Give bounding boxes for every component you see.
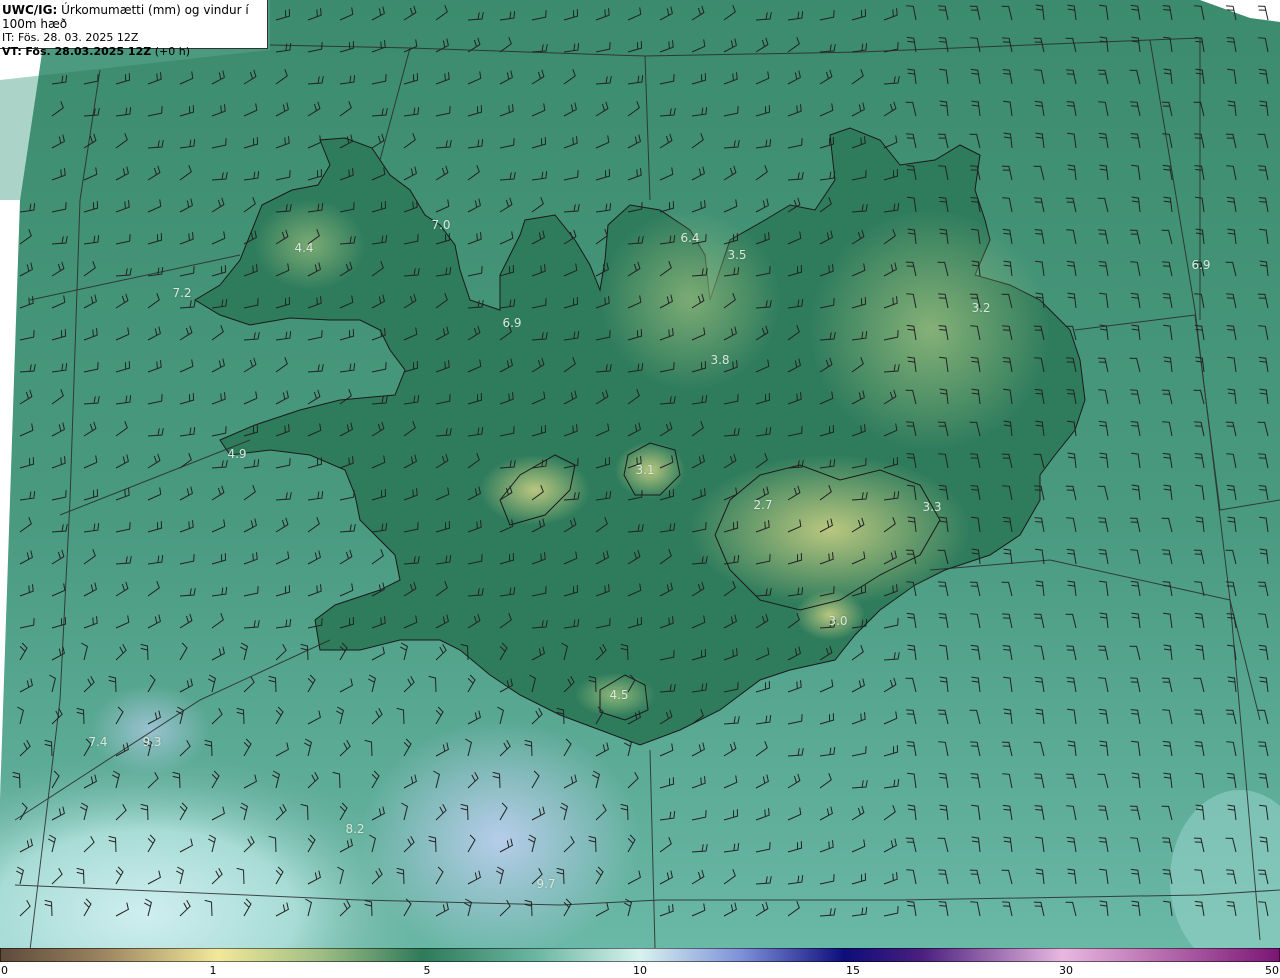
precip-value-label: 3.8 [710,353,730,367]
precip-value-label: 7.2 [172,286,192,300]
valid-time: Fös. 28.03.2025 12Z [25,45,152,58]
precip-value-label: 9.3 [142,735,162,749]
map-title-box: UWC/IG: Úrkomumætti (mm) og vindur í 100… [0,0,268,58]
colorbar-labels: 0 1 5 10 15 30 50 [0,962,1280,978]
colorbar-tick: 10 [633,964,647,977]
precip-value-label: 4.4 [294,241,314,255]
model-label: UWC/IG: [2,3,58,17]
precip-value-label: 3.1 [635,463,655,477]
initial-time: IT: Fös. 28. 03. 2025 12Z [2,31,139,44]
precip-value-label: 4.5 [609,688,629,702]
precipitation-map: 4.4 7.0 7.2 6.9 6.4 3.5 3.8 3.2 6.9 4.9 … [0,0,1280,948]
precip-value-label: 6.4 [680,231,700,245]
precip-value-label: 8.2 [345,822,365,836]
heavy-precip-core [90,685,210,775]
precip-value-label: 9.7 [536,877,556,891]
colorbar-tick: 1 [209,964,217,977]
colorbar-tick: 30 [1059,964,1073,977]
precip-value-label: 7.4 [88,735,108,749]
precip-value-label: 3.0 [828,614,848,628]
highland-region [810,210,1050,450]
precip-value-label: 3.3 [922,500,942,514]
wind-barb [1257,5,1269,21]
colorbar-tick: 50 [1265,964,1279,977]
valid-time-line: VT: Fös. 28.03.2025 12Z (+0 h) [2,45,267,59]
valid-offset: (+0 h) [154,45,190,58]
precip-value-label: 3.5 [727,248,747,262]
precip-value-label: 3.2 [971,301,991,315]
precip-value-label: 6.9 [502,316,522,330]
precip-value-label: 6.9 [1191,258,1211,272]
precip-value-label: 7.0 [431,218,451,232]
colorbar-tick: 0 [1,964,8,977]
precip-value-label: 4.9 [227,447,247,461]
map-title: UWC/IG: Úrkomumætti (mm) og vindur í 100… [2,3,267,31]
precip-colorbar [0,948,1280,962]
precip-value-label: 2.7 [753,498,773,512]
valid-label: VT: [2,45,22,58]
colorbar-tick: 15 [846,964,860,977]
colorbar-tick: 5 [423,964,431,977]
colorbar-gradient [0,948,1280,962]
